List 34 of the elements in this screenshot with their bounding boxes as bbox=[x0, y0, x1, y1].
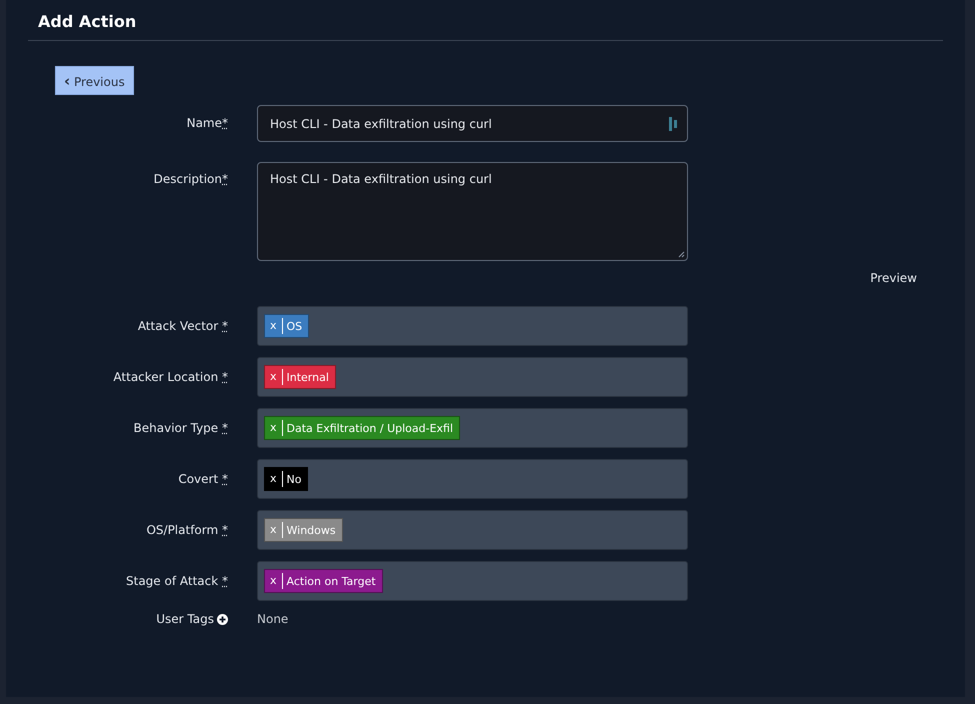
previous-button[interactable]: ‹ Previous bbox=[55, 66, 134, 95]
field-label: OS/Platform * bbox=[145, 523, 229, 537]
dialog-title: Add Action bbox=[38, 12, 136, 31]
tag: x No bbox=[264, 467, 308, 491]
field-label: User Tags bbox=[156, 612, 214, 626]
field-label: Stage of Attack * bbox=[125, 574, 229, 588]
name-field[interactable]: Host CLI - Data exfiltration using curl bbox=[257, 105, 688, 142]
tag: x Windows bbox=[264, 518, 343, 542]
tag-select-field[interactable]: x OS bbox=[257, 306, 688, 346]
tag-select-field[interactable]: x Internal bbox=[257, 357, 688, 397]
preview-link[interactable]: Preview bbox=[870, 271, 917, 285]
remove-tag-button[interactable]: x bbox=[265, 318, 283, 334]
field-label: Attack Vector * bbox=[136, 319, 229, 333]
tag: x Action on Target bbox=[264, 569, 383, 593]
field-label: Attacker Location * bbox=[112, 370, 229, 384]
field-label: Name* bbox=[186, 115, 229, 130]
tag-select-field[interactable]: x Action on Target bbox=[257, 561, 688, 601]
field-label: Description* bbox=[152, 171, 229, 186]
tag: x Data Exfiltration / Upload-Exfil bbox=[264, 416, 460, 440]
tag-select-field[interactable]: x Data Exfiltration / Upload-Exfil bbox=[257, 408, 688, 448]
description-field[interactable]: Host CLI - Data exfiltration using curl bbox=[257, 162, 688, 261]
remove-tag-button[interactable]: x bbox=[265, 369, 283, 385]
user-tags-value: None bbox=[257, 612, 288, 626]
add-icon[interactable] bbox=[217, 614, 228, 624]
field-label: Covert * bbox=[177, 472, 229, 486]
field-label: Behavior Type * bbox=[132, 421, 229, 435]
remove-tag-button[interactable]: x bbox=[265, 573, 283, 589]
remove-tag-button[interactable]: x bbox=[265, 471, 283, 487]
tag: x OS bbox=[264, 314, 310, 338]
tag-select-field[interactable]: x No bbox=[257, 459, 688, 499]
remove-tag-button[interactable]: x bbox=[265, 420, 283, 436]
tag: x Internal bbox=[264, 365, 336, 389]
resize-handle-icon[interactable] bbox=[678, 251, 685, 258]
grip-icon bbox=[669, 116, 679, 130]
